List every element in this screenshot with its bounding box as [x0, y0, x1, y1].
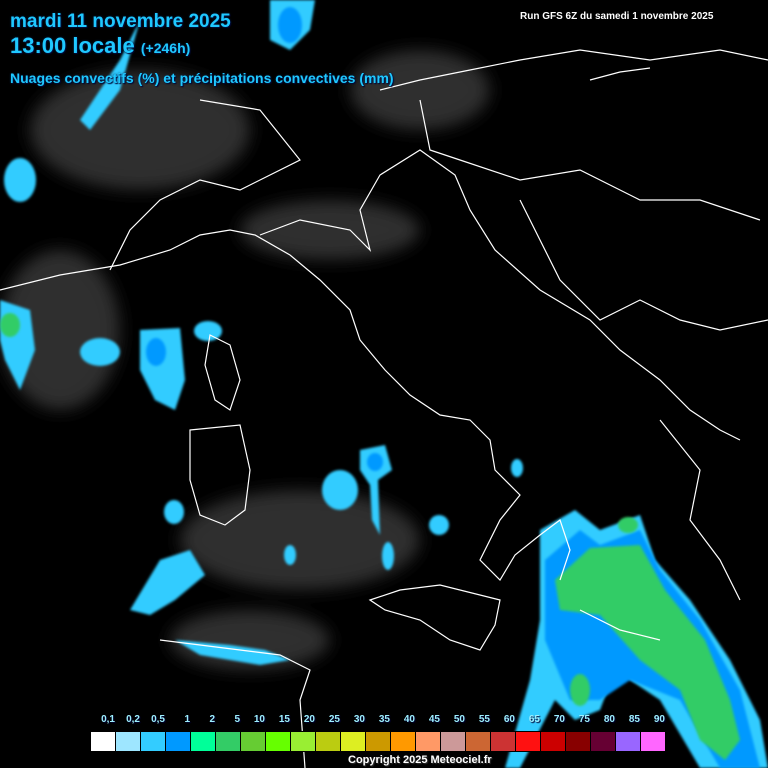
legend-label: 85 — [628, 714, 640, 725]
legend-label: 70 — [553, 714, 565, 725]
legend-swatch — [316, 732, 341, 751]
legend-swatch — [291, 732, 316, 751]
legend-label: 5 — [234, 714, 240, 725]
legend-label: 1 — [184, 714, 190, 725]
legend-swatch — [391, 732, 416, 751]
legend-label: 15 — [278, 714, 290, 725]
product-title: Nuages convectifs (%) et précipitations … — [10, 70, 394, 86]
local-time: 13:00 locale — [10, 33, 135, 58]
legend-label: 0,5 — [151, 714, 165, 725]
legend-label: 30 — [353, 714, 365, 725]
legend-swatch — [441, 732, 466, 751]
copyright: Copyright 2025 Meteociel.fr — [348, 754, 492, 766]
legend-swatch — [591, 732, 616, 751]
legend-label: 40 — [403, 714, 415, 725]
legend-swatch — [416, 732, 441, 751]
legend-swatch — [166, 732, 191, 751]
legend-swatch — [541, 732, 566, 751]
lead-time: (+246h) — [140, 40, 191, 56]
legend-label: 20 — [303, 714, 315, 725]
weather-map — [0, 0, 768, 768]
legend-label: 0,2 — [126, 714, 140, 725]
legend-swatch — [341, 732, 366, 751]
legend-label: 90 — [653, 714, 665, 725]
legend-swatch — [516, 732, 541, 751]
legend-swatch — [116, 732, 141, 751]
legend-label: 25 — [328, 714, 340, 725]
legend-swatch — [91, 732, 116, 751]
legend-label: 50 — [453, 714, 465, 725]
legend-labels: 0,1 0,2 0,5 1 2 5 10 15 20 25 30 35 40 45 50 55 60 65 70 75… — [90, 714, 665, 728]
legend-label: 75 — [578, 714, 590, 725]
legend-label: 0,1 — [101, 714, 115, 725]
legend-swatch — [616, 732, 641, 751]
legend-swatch — [491, 732, 516, 751]
legend-swatch — [216, 732, 241, 751]
legend-label: 60 — [503, 714, 515, 725]
legend-label: 65 — [528, 714, 540, 725]
color-legend — [90, 731, 667, 752]
legend-swatch — [141, 732, 166, 751]
forecast-time: 13:00 locale (+246h) — [10, 33, 190, 59]
legend-swatch — [466, 732, 491, 751]
legend-swatch — [641, 732, 666, 751]
legend-swatch — [191, 732, 216, 751]
model-run-info: Run GFS 6Z du samedi 1 novembre 2025 — [520, 11, 714, 22]
legend-label: 10 — [253, 714, 265, 725]
legend-label: 80 — [603, 714, 615, 725]
legend-swatch — [266, 732, 291, 751]
legend-label: 55 — [478, 714, 490, 725]
forecast-date: mardi 11 novembre 2025 — [10, 11, 231, 32]
legend-swatch — [241, 732, 266, 751]
legend-label: 2 — [209, 714, 215, 725]
legend-swatch — [566, 732, 591, 751]
legend-label: 35 — [378, 714, 390, 725]
legend-label: 45 — [428, 714, 440, 725]
legend-swatch — [366, 732, 391, 751]
